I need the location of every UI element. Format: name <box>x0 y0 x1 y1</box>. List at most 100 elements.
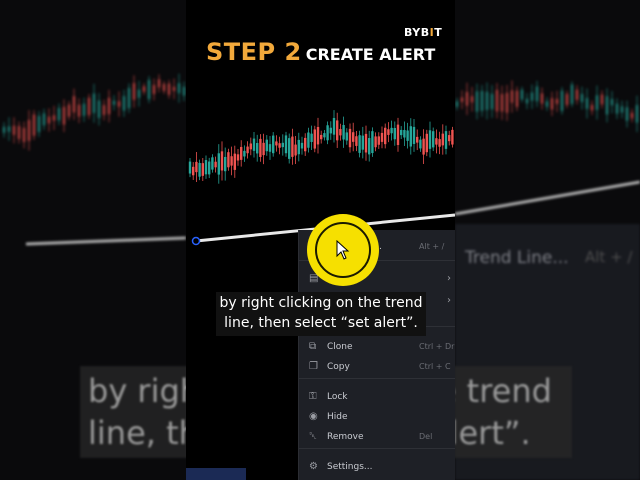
menu-item-label: Clone <box>327 342 353 352</box>
candle-body <box>555 98 559 104</box>
candle-body <box>525 98 529 104</box>
candle-body <box>82 103 86 116</box>
candle-body <box>172 86 176 91</box>
candle-body <box>465 91 469 106</box>
candle-body <box>361 135 364 150</box>
candle-body <box>233 153 236 170</box>
candle-body <box>291 136 294 157</box>
trend-line <box>455 180 640 216</box>
candle-body <box>570 84 574 104</box>
step-title: STEP 2 CREATE ALERT <box>206 38 435 66</box>
candle-body <box>112 100 116 105</box>
menu-item-shortcut: Alt + / <box>419 242 445 251</box>
candle-body <box>355 136 358 146</box>
candle-body <box>297 139 300 155</box>
menu-item-lock[interactable]: ⚿ Lock <box>299 388 455 408</box>
brand-logo: BYBIT <box>404 26 443 39</box>
candle-body <box>595 95 599 110</box>
candle-body <box>300 142 304 149</box>
candle-body <box>211 157 214 170</box>
candle-body <box>352 132 355 142</box>
candle-body <box>438 139 441 147</box>
candle-body <box>441 133 444 146</box>
candle-body <box>505 92 509 113</box>
candle-body <box>22 127 26 142</box>
menu-item-copy[interactable]: ❐ Copy Ctrl + C <box>299 358 455 378</box>
trend-line-anchor <box>191 236 201 246</box>
candle-body <box>620 106 624 113</box>
candle-body <box>485 91 489 110</box>
caption-line-2: line, then select “set alert”. <box>224 315 418 331</box>
candle-body <box>390 127 393 134</box>
candle-body <box>157 79 161 88</box>
candle-body <box>500 94 504 112</box>
trend-line <box>25 236 186 246</box>
subtitle-caption: by right clicking on the trend line, the… <box>216 292 426 336</box>
candle-body <box>278 143 281 148</box>
menu-item-remove[interactable]: ␡ Remove Del <box>299 428 455 448</box>
candle-body <box>342 125 345 140</box>
candle-body <box>32 114 36 136</box>
menu-item-clone[interactable]: ⧉ Clone Ctrl + Drag <box>299 338 455 358</box>
candle-body <box>230 156 233 166</box>
candle-body <box>2 126 6 133</box>
candle-body <box>339 129 342 136</box>
candle-body <box>67 104 71 117</box>
chevron-right-icon: › <box>447 273 451 284</box>
candle-body <box>326 125 329 141</box>
candle-body <box>422 138 425 155</box>
candle-body <box>127 88 131 109</box>
candle-body <box>236 154 240 161</box>
candle-body <box>27 119 31 141</box>
candle-body <box>167 83 171 95</box>
gear-icon: ⚙ <box>309 461 318 472</box>
candle-body <box>400 129 403 136</box>
menu-item-label: Lock <box>327 392 348 402</box>
candle-body <box>294 144 297 156</box>
candle-body <box>451 129 454 145</box>
candle-body <box>406 130 409 141</box>
candle-body <box>384 127 387 145</box>
candle-body <box>72 96 76 113</box>
candle-body <box>224 156 227 172</box>
candle-body <box>132 83 136 100</box>
candle-body <box>246 146 249 154</box>
menu-item-hide[interactable]: ◉ Hide <box>299 408 455 428</box>
candle-body <box>307 132 310 148</box>
candle-body <box>403 130 406 138</box>
menu-item-shortcut: Del <box>419 432 433 441</box>
candle-body <box>77 104 81 117</box>
chevron-right-icon: › <box>447 295 451 306</box>
candle-body <box>345 132 348 141</box>
candle-body <box>364 133 368 153</box>
candle-body <box>262 142 265 156</box>
candle-body <box>625 107 629 121</box>
candle-body <box>358 135 361 153</box>
candle-body <box>122 96 126 111</box>
candle-body <box>409 126 412 147</box>
step-heading: CREATE ALERT <box>305 45 436 64</box>
candle-body <box>182 86 186 96</box>
candle-body <box>348 128 352 148</box>
candle-body <box>377 136 380 145</box>
candle-body <box>332 117 336 135</box>
candle-body <box>102 105 106 115</box>
candle-body <box>371 131 374 154</box>
candle-body <box>107 97 111 115</box>
menu-item-label: Copy <box>327 362 350 372</box>
candle-body <box>530 92 534 101</box>
trash-icon: ␡ <box>309 431 317 442</box>
candle-body <box>590 104 594 111</box>
candle-body <box>396 124 400 145</box>
candle-body <box>227 152 230 168</box>
candle-body <box>605 96 609 115</box>
candle-body <box>393 127 396 140</box>
candle-body <box>259 138 262 157</box>
caption-line-1: by right clicking on the trend <box>219 295 423 311</box>
menu-item-settings[interactable]: ⚙ Settings... <box>299 458 455 478</box>
candle-body <box>177 83 181 94</box>
candle-body <box>495 89 499 112</box>
candle-body <box>490 93 494 110</box>
candle-body <box>52 115 56 121</box>
candle-body <box>510 90 514 103</box>
